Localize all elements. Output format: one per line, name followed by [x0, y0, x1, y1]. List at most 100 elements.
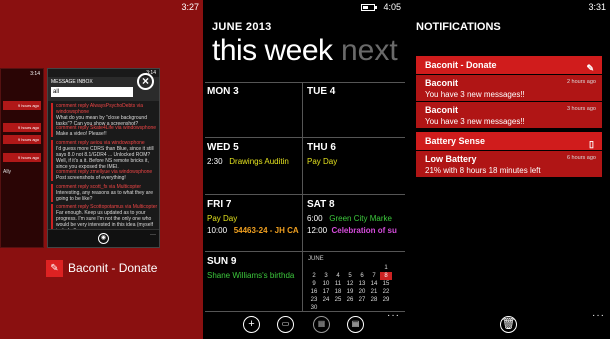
more-icon[interactable]: ···: [592, 310, 605, 321]
notification-group-header[interactable]: Baconit - Donate ✎: [416, 56, 602, 74]
notifications-panel: 3:31 NOTIFICATIONS Baconit - Donate ✎ Ba…: [407, 0, 610, 339]
calendar-event[interactable]: 10:00 54463-24 - JH CA: [207, 226, 299, 235]
notification-time: 2 hours ago: [566, 79, 596, 85]
calendar-date: [356, 264, 368, 272]
baconit-logo-icon: ✎: [46, 259, 63, 277]
event-time: 10:00: [207, 226, 228, 235]
notification-time: 6 hours ago: [566, 155, 596, 161]
calendar-date: 25: [334, 297, 342, 303]
notification-item[interactable]: Low Battery 21% with 8 hours 18 minutes …: [416, 151, 602, 177]
calendar-week: 16 17 18 19 20 21 22: [308, 288, 405, 296]
more-icon[interactable]: ···: [387, 310, 400, 321]
day-label[interactable]: WED 5: [207, 142, 239, 153]
day-label[interactable]: MON 3: [207, 86, 239, 97]
battery-icon: [361, 4, 377, 11]
day-label[interactable]: FRI 7: [207, 199, 231, 210]
more-icon[interactable]: ···: [150, 232, 156, 238]
app-label[interactable]: ✎ Baconit - Donate: [46, 258, 157, 278]
calendar-date: 15: [382, 281, 390, 287]
message-item[interactable]: comment reply Skate4Life via windowsphon…: [51, 125, 158, 137]
calendar-event[interactable]: 6:00 Green City Marke: [307, 214, 392, 223]
event-time: 2:30: [207, 157, 223, 166]
inbox-filter-input[interactable]: all: [51, 87, 133, 97]
new-appointment-icon[interactable]: +: [243, 316, 260, 333]
notification-body: You have 3 new messages!!: [425, 117, 525, 126]
message-item[interactable]: comment reply scott_fs via Multicopter I…: [51, 184, 158, 202]
calendar-panel: 4:05 JUNE 2013 this week next MON 3 TUE …: [205, 0, 405, 339]
calendar-event[interactable]: 2:30 Drawings Auditin: [207, 157, 289, 166]
calendar-date: 18: [334, 289, 342, 295]
mini-month-label: JUNE: [308, 256, 324, 262]
calendar-date: 2: [312, 273, 316, 279]
day-label[interactable]: TUE 4: [307, 86, 335, 97]
group-app-name: Battery Sense: [425, 136, 486, 146]
previous-app-thumbnail[interactable]: 3:14 9 hours ago 9 hours ago 9 hours ago…: [0, 68, 44, 248]
message-item[interactable]: comment reply zmellyue via windowsphone …: [51, 169, 158, 181]
message-body: Interesting, any reasons as to what they…: [56, 190, 153, 202]
calendar-date: [344, 304, 356, 312]
divider: [205, 82, 405, 83]
divider: [205, 137, 405, 138]
event-title: Drawings Auditin: [229, 157, 289, 166]
message-body: Make a video! Please!!: [56, 131, 107, 137]
divider: [302, 82, 303, 312]
pivot-this-week[interactable]: this week: [212, 34, 333, 68]
notification-item[interactable]: Baconit You have 3 new messages!! 3 hour…: [416, 102, 602, 128]
task-switcher-panel: 3:27 3:14 9 hours ago 9 hours ago 9 hour…: [0, 0, 203, 339]
calendar-date: 16: [310, 289, 318, 295]
event-title: Shane Williams's birthda: [207, 271, 295, 280]
day-label[interactable]: SUN 9: [207, 256, 236, 267]
status-clock: 4:05: [383, 2, 401, 12]
message-sender: comment reply AlwaysPsychoDebts via wind…: [56, 103, 143, 115]
calendar-week: 2 3 4 5 6 78: [308, 272, 405, 280]
event-title: Green City Marke: [329, 214, 392, 223]
calendar-week: 23 24 25 26 27 28 29: [308, 296, 405, 304]
calendar-date: 9: [312, 281, 316, 287]
calendar-event[interactable]: Pay Day: [307, 157, 337, 166]
group-app-name: Baconit - Donate: [425, 60, 497, 70]
calendar-date: 10: [322, 281, 330, 287]
message-inbox-thumbnail[interactable]: 3:14 MESSAGE INBOX all × comment reply A…: [47, 68, 160, 248]
notification-item[interactable]: Baconit You have 3 new messages!! 2 hour…: [416, 75, 602, 101]
message-item[interactable]: comment reply AlwaysPsychoDebts via wind…: [51, 103, 158, 127]
month-title: JUNE 2013: [212, 21, 272, 33]
compose-icon[interactable]: ◉: [98, 233, 109, 244]
notification-group-header[interactable]: Battery Sense ▯: [416, 132, 602, 150]
calendar-date: 14: [370, 281, 378, 287]
notification-body: 21% with 8 hours 18 minutes left: [425, 166, 541, 175]
calendar-view-icon[interactable]: ▦: [313, 316, 330, 333]
calendar-date: 21: [370, 289, 378, 295]
event-title: Pay Day: [307, 157, 338, 166]
calendar-date: [308, 264, 320, 272]
calendar-date: [344, 264, 356, 272]
calendar-date: 13: [358, 281, 366, 287]
calendar-date: 29: [382, 297, 390, 303]
app-name: Baconit - Donate: [68, 261, 158, 275]
message-body: Post screenshots of everything!: [56, 175, 126, 181]
thumbnail-row: 9 hours ago: [3, 135, 41, 144]
close-app-button[interactable]: ×: [137, 73, 154, 90]
mini-month-calendar[interactable]: JUNE 1 2345678 9 10 11 12 13 14 15 16 17 18 19 20 2…: [308, 256, 405, 312]
thumbnail-text: Ally: [3, 169, 12, 175]
calendar-date: 26: [346, 297, 354, 303]
month-view-icon[interactable]: ▤: [347, 316, 364, 333]
calendar-date: 28: [370, 297, 378, 303]
day-label[interactable]: THU 6: [307, 142, 336, 153]
pivot-next[interactable]: next: [341, 34, 398, 68]
day-label[interactable]: SAT 8: [307, 199, 335, 210]
calendar-event[interactable]: Pay Day: [207, 214, 237, 223]
today-icon[interactable]: ▭: [277, 316, 294, 333]
thumbnail-row: 9 hours ago: [3, 153, 41, 162]
calendar-date: 4: [336, 273, 340, 279]
calendar-date: 23: [310, 297, 318, 303]
calendar-date: 6: [360, 273, 364, 279]
delete-icon[interactable]: 🗑: [500, 316, 517, 333]
calendar-date: 17: [322, 289, 330, 295]
message-item[interactable]: comment reply aeiou via windowsphone I'd…: [51, 140, 158, 170]
calendar-date: 30: [310, 305, 318, 311]
calendar-week: 9 10 11 12 13 14 15: [308, 280, 405, 288]
calendar-event[interactable]: Shane Williams's birthda: [207, 271, 294, 280]
calendar-event[interactable]: 12:00 Celebration of su: [307, 226, 397, 235]
calendar-date: 1: [384, 265, 388, 271]
calendar-date: 5: [348, 273, 352, 279]
